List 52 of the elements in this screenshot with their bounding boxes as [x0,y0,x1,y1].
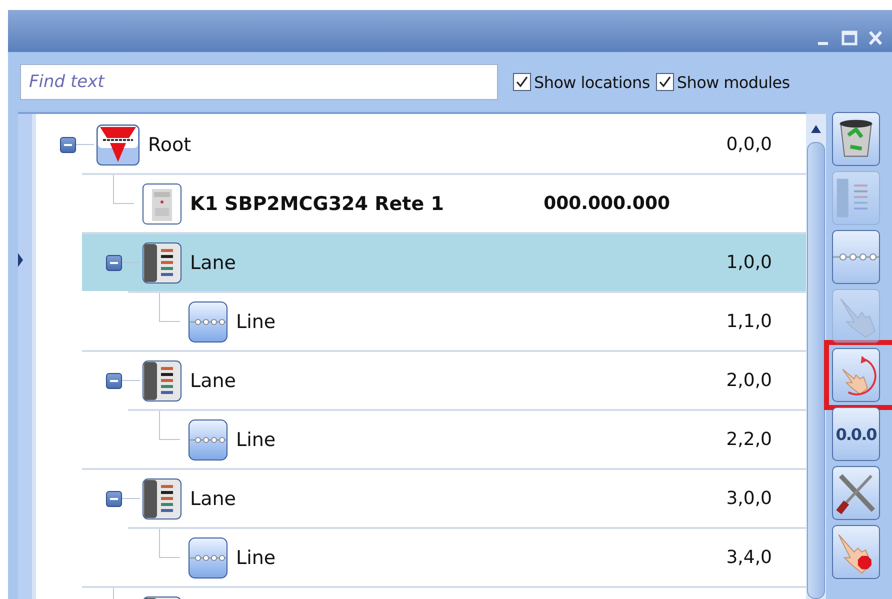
minus-icon [110,380,118,382]
checkbox[interactable] [656,73,674,91]
checkbox-label: Show locations [534,72,650,92]
scrollbar[interactable] [806,114,826,599]
search-field[interactable]: Find text [20,64,498,100]
node-label[interactable]: Root [148,134,192,156]
address-text: 0,0,0 [726,134,772,155]
node-label[interactable]: Line [236,546,276,568]
tree-line [122,498,140,499]
node-label[interactable]: K1 SBP2MCG324 Rete 1 [190,192,444,214]
address-text: 000.000.000 [544,193,670,214]
panel-icon [142,242,182,284]
node-label[interactable]: Line [236,310,276,332]
tree-line [76,144,94,145]
tree-line [159,293,180,322]
minus-icon [64,144,72,146]
tree-row-highlight[interactable]: Lane 1,0,0 [82,232,806,291]
toolbar-button[interactable] [832,230,880,284]
logo-icon [96,124,140,166]
address-text: 3,4,0 [726,547,772,568]
up-arrow-icon[interactable] [810,124,822,134]
panel-icon [142,360,182,402]
node-label[interactable]: Lane [190,370,236,392]
toolbar-button[interactable] [832,466,880,520]
tree-line [159,529,180,558]
minus-icon [110,498,118,500]
tree-line [113,175,134,204]
close-icon[interactable] [867,30,884,46]
row-pointer-icon [18,253,23,267]
collapse-button[interactable] [106,254,122,270]
device-icon [142,182,182,224]
address-text: 2,2,0 [726,429,772,450]
toolbar-button[interactable]: 0.0.0 [832,407,880,461]
address-text: 2,0,0 [726,370,772,391]
address-text: 1,0,0 [726,252,772,273]
tree-line [159,411,180,440]
minus-icon [110,262,118,264]
node-label[interactable]: Lane [190,488,236,510]
toolbar-button[interactable] [832,112,880,166]
node-label[interactable]: Lane [190,252,236,274]
checkbox-label: Show modules [676,72,790,92]
maximize-icon[interactable] [841,30,858,46]
line-icon [833,253,879,261]
node-label[interactable]: Line [236,428,276,450]
address-text: 1,1,0 [726,311,772,332]
collapse-button[interactable] [106,490,122,506]
collapse-button[interactable] [106,372,122,388]
checkbox[interactable] [513,73,531,91]
panel-icon [142,478,182,520]
tree-line [122,380,140,381]
collapse-button[interactable] [60,136,76,152]
address-text: 3,0,0 [726,488,772,509]
